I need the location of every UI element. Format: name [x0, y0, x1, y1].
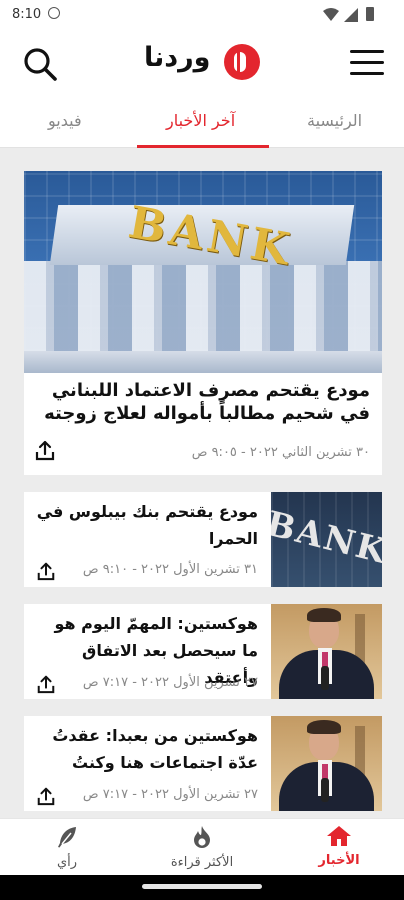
- article-date: ٣١ تشرين الأول ٢٠٢٢ - ٩:١٠ ص: [82, 562, 258, 577]
- nav-label: الأكثر قراءة: [170, 855, 234, 870]
- share-icon[interactable]: [34, 439, 56, 461]
- logo-text: وردنا: [144, 42, 211, 73]
- home-gesture-handle[interactable]: [142, 884, 262, 889]
- fire-icon: [194, 826, 210, 848]
- article-thumbnail: [271, 716, 382, 811]
- tab-video[interactable]: فيديو: [48, 111, 82, 130]
- signal-icon: [344, 8, 358, 22]
- logo-mark: [224, 44, 260, 80]
- nav-item-news[interactable]: الأخبار: [284, 825, 394, 868]
- article-card[interactable]: BANK مودع يقتحم بنك بيبلوس في الحمرا ٣١ …: [24, 492, 382, 587]
- nav-item-most-read[interactable]: الأكثر قراءة: [147, 825, 257, 870]
- system-navigation-bar: [0, 875, 404, 900]
- nav-item-opinion[interactable]: رأي: [12, 825, 122, 870]
- nav-label: رأي: [56, 855, 78, 870]
- tab-home[interactable]: الرئيسية: [307, 111, 362, 130]
- bottom-navigation: الأخبار الأكثر قراءة رأي: [0, 818, 404, 875]
- article-title[interactable]: مودع يقتحم بنك بيبلوس في الحمرا: [36, 498, 258, 552]
- app-bar: وردنا: [0, 30, 404, 94]
- featured-article-date: ٣٠ تشرين الثاني ٢٠٢٢ - ٩:٠٥ ص: [191, 445, 370, 460]
- location-icon: [48, 7, 60, 19]
- nav-label: الأخبار: [318, 853, 360, 868]
- article-date: ٢٧ تشرين الأول ٢٠٢٢ - ٧:١٧ ص: [82, 787, 258, 802]
- tab-latest-news[interactable]: آخر الأخبار: [166, 111, 235, 130]
- status-time: 8:10: [12, 7, 42, 22]
- menu-icon[interactable]: [350, 50, 384, 76]
- wifi-icon: [323, 8, 339, 21]
- app-logo[interactable]: وردنا: [144, 42, 262, 84]
- featured-article-image: BANK: [24, 171, 382, 373]
- article-date: ٢٧ تشرين الأول ٢٠٢٢ - ٧:١٧ ص: [82, 675, 258, 690]
- article-thumbnail: BANK: [271, 492, 382, 587]
- tab-bar: فيديو آخر الأخبار الرئيسية: [0, 94, 404, 148]
- search-icon[interactable]: [22, 46, 58, 82]
- article-card[interactable]: هوكستين من بعبدا: عقدتُ عدّة اجتماعات هن…: [24, 716, 382, 811]
- featured-article-title[interactable]: مودع يقتحم مصرف الاعتماد اللبناني في شحي…: [36, 379, 370, 425]
- article-thumbnail: [271, 604, 382, 699]
- status-bar: 8:10: [0, 0, 404, 30]
- share-icon[interactable]: [36, 786, 56, 806]
- article-card[interactable]: هوكستين: المهمّ اليوم هو ما سيحصل بعد ال…: [24, 604, 382, 699]
- battery-icon: [366, 7, 374, 21]
- feather-icon: [58, 827, 76, 848]
- article-title[interactable]: هوكستين من بعبدا: عقدتُ عدّة اجتماعات هن…: [36, 722, 258, 776]
- featured-article-card[interactable]: BANK مودع يقتحم مصرف الاعتماد اللبناني ف…: [24, 171, 382, 475]
- share-icon[interactable]: [36, 561, 56, 581]
- share-icon[interactable]: [36, 674, 56, 694]
- home-icon: [327, 826, 351, 846]
- active-tab-indicator: [137, 145, 269, 148]
